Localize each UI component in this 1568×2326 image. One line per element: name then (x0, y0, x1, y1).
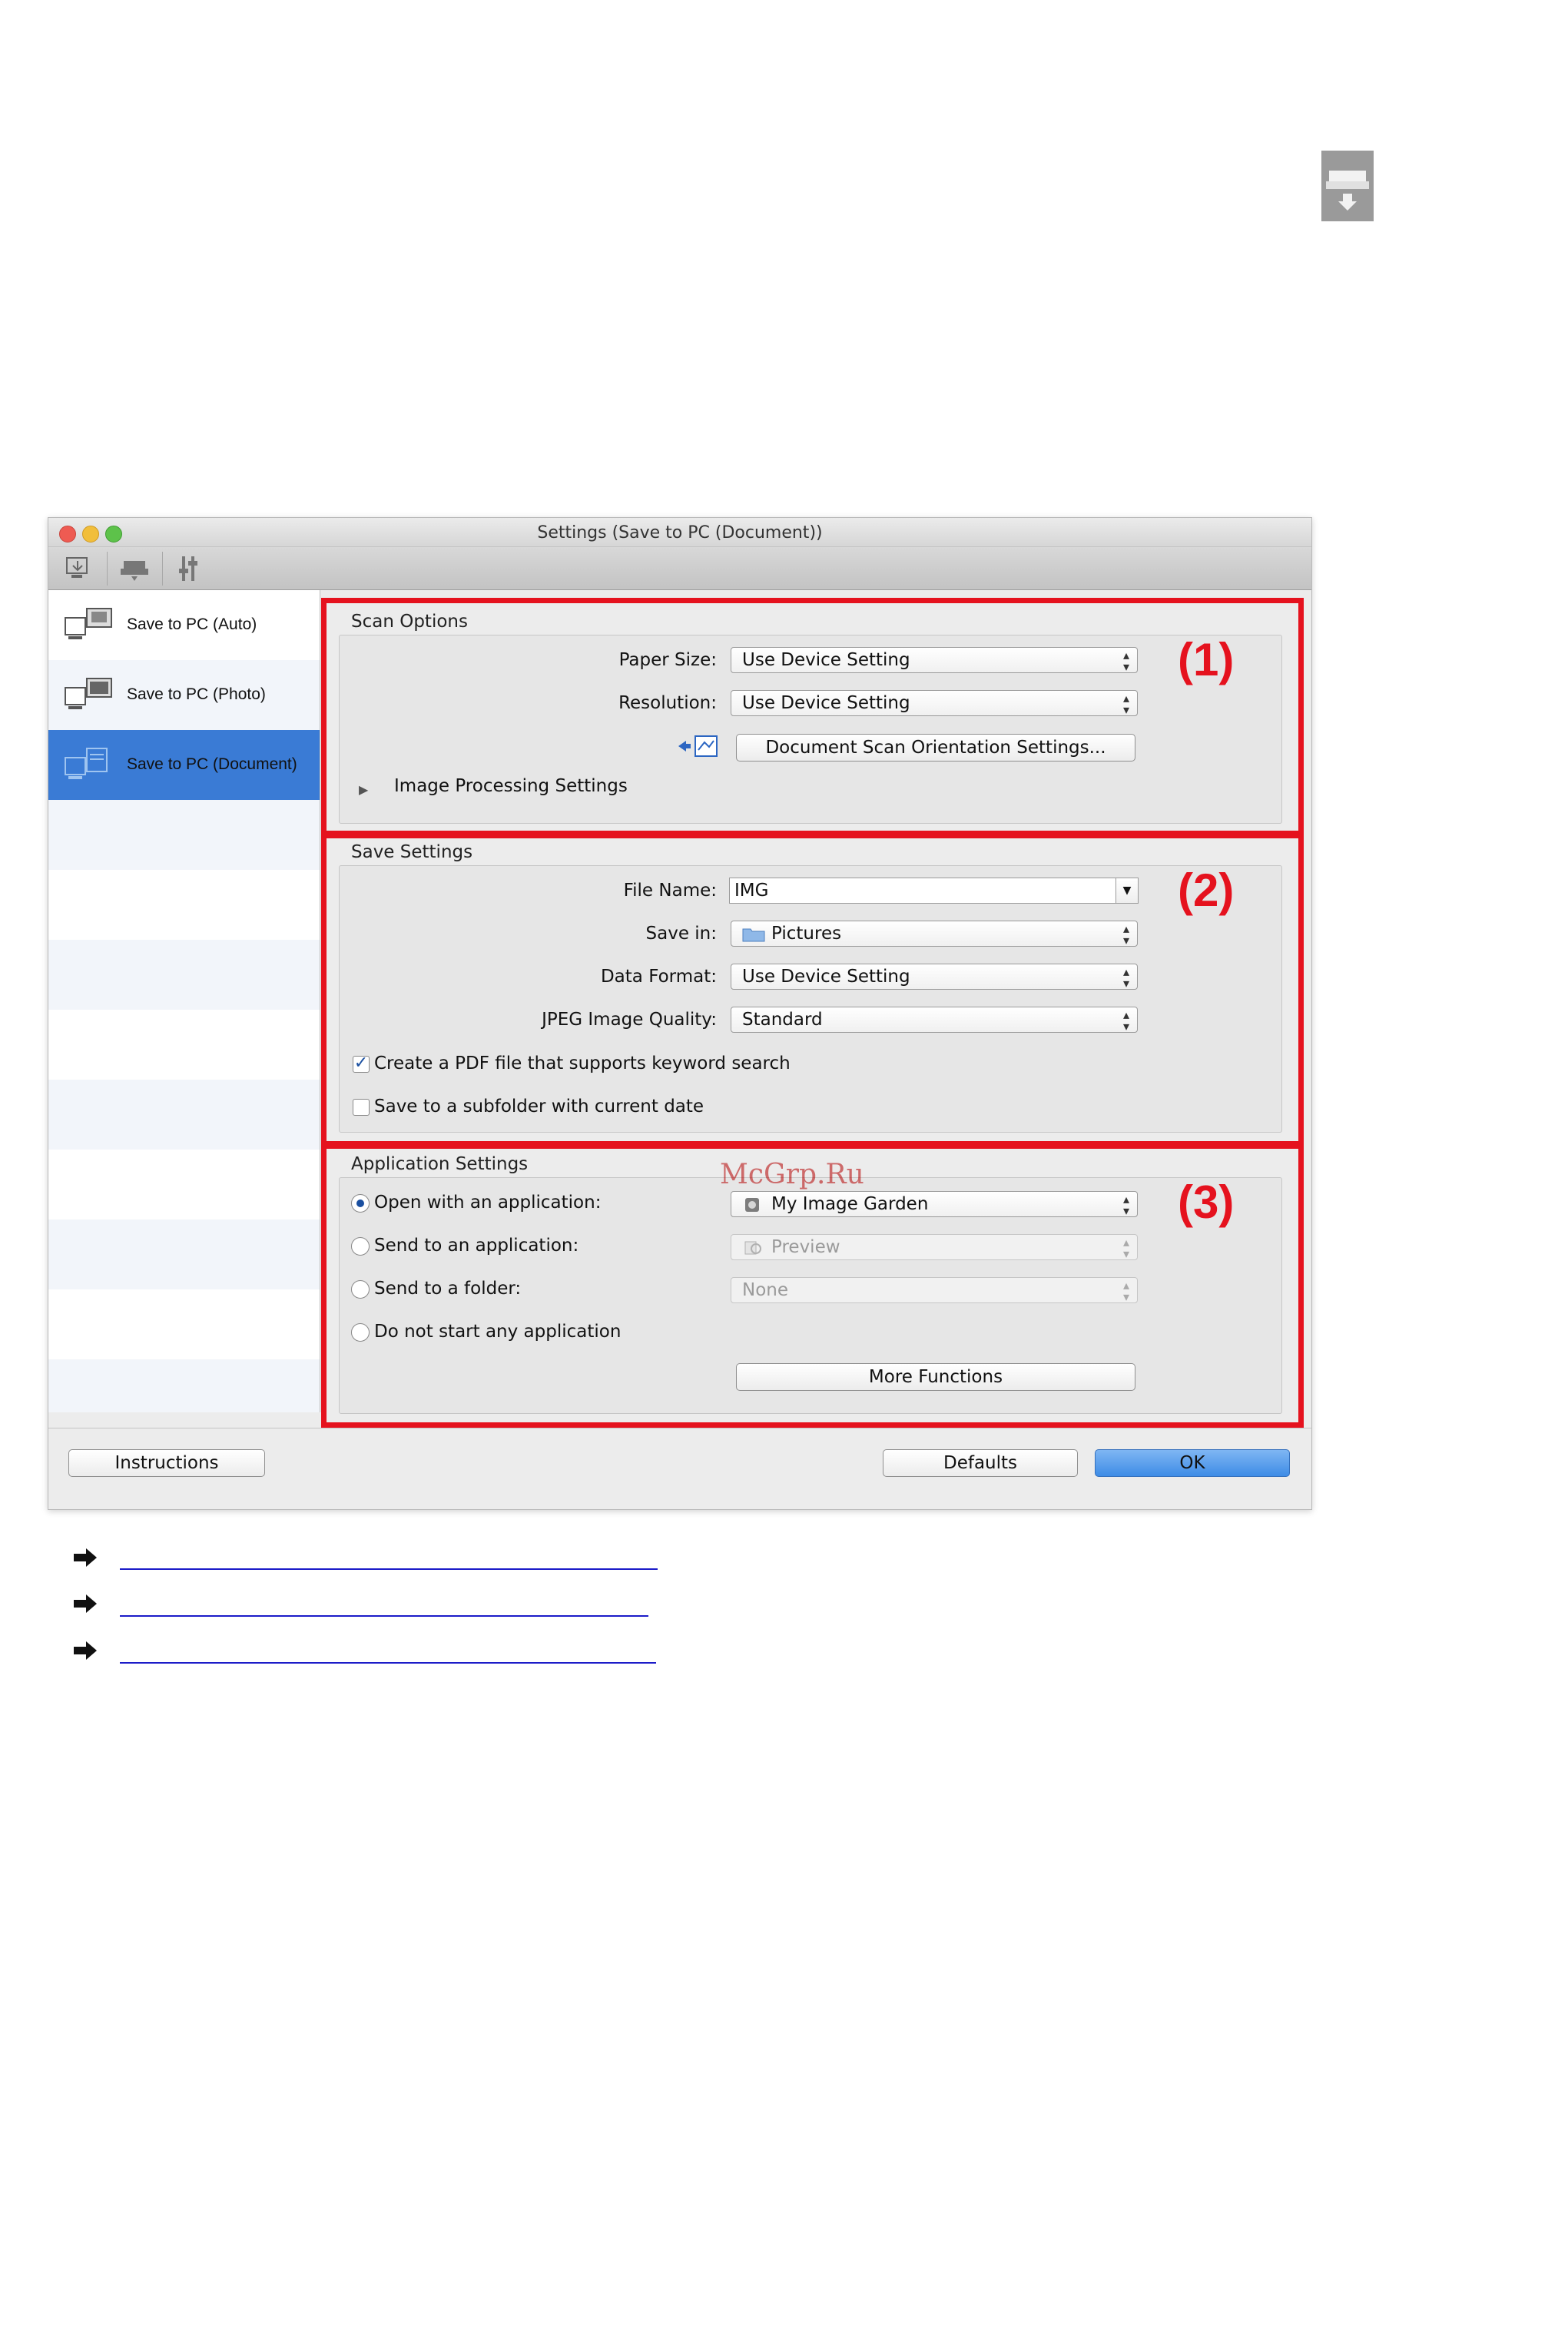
more-functions-button[interactable]: More Functions (736, 1363, 1135, 1391)
jpeg-image-quality-value: Standard (742, 1010, 823, 1030)
instructions-button[interactable]: Instructions (68, 1449, 265, 1477)
subfolder-date-label[interactable]: Save to a subfolder with current date (374, 1097, 704, 1117)
sidebar-empty-row (48, 1080, 320, 1150)
scan-from-operation-panel-tab-icon[interactable] (113, 553, 156, 584)
disclosure-triangle-icon[interactable]: ▶ (359, 782, 374, 798)
resolution-value: Use Device Setting (742, 693, 910, 713)
link-arrow-icon (74, 1548, 97, 1567)
send-to-application-label[interactable]: Send to an application: (374, 1236, 578, 1256)
sidebar-item-label: Save to PC (Document) (127, 755, 297, 773)
send-to-folder-label[interactable]: Send to a folder: (374, 1279, 521, 1299)
sidebar-item-label: Save to PC (Photo) (127, 685, 266, 703)
data-format-popup[interactable]: Use Device Setting ▴ ▾ (731, 964, 1138, 990)
send-to-application-radio[interactable] (351, 1237, 370, 1256)
settings-window: Settings (Save to PC (Document)) Save to… (48, 517, 1312, 1510)
resolution-label: Resolution: (618, 693, 717, 713)
sidebar: Save to PC (Auto) Save to PC (Photo) Sav… (48, 590, 320, 1412)
file-name-dropdown-button[interactable]: ▼ (1116, 878, 1139, 904)
link-2[interactable] (120, 1615, 648, 1617)
do-not-start-application-label[interactable]: Do not start any application (374, 1322, 621, 1342)
document-orientation-icon (674, 733, 721, 759)
paper-size-value: Use Device Setting (742, 650, 910, 670)
folder-icon (742, 928, 765, 942)
sidebar-empty-row (48, 1359, 320, 1412)
do-not-start-application-radio[interactable] (351, 1323, 370, 1342)
ok-button[interactable]: OK (1095, 1449, 1290, 1477)
file-name-label: File Name: (623, 881, 717, 901)
resolution-popup[interactable]: Use Device Setting ▴ ▾ (731, 690, 1138, 716)
defaults-button[interactable]: Defaults (883, 1449, 1078, 1477)
send-to-application-popup[interactable]: Preview ▴ ▾ (731, 1234, 1138, 1260)
toolbar-divider (162, 552, 163, 586)
jpeg-image-quality-popup[interactable]: Standard ▴ ▾ (731, 1007, 1138, 1033)
open-with-application-value: My Image Garden (771, 1194, 929, 1214)
sidebar-item-save-to-pc-auto[interactable]: Save to PC (Auto) (48, 590, 320, 660)
link-3[interactable] (120, 1662, 656, 1664)
link-arrow-icon (74, 1594, 97, 1613)
sidebar-empty-row (48, 800, 320, 870)
popup-arrows-icon: ▴ ▾ (1122, 964, 1129, 990)
save-to-pc-auto-icon (65, 608, 112, 639)
preview-app-icon (744, 1241, 761, 1255)
save-in-label: Save in: (645, 924, 717, 944)
sidebar-item-label: Save to PC (Auto) (127, 616, 257, 633)
popup-arrows-icon: ▴ ▾ (1122, 1278, 1129, 1304)
send-to-application-value: Preview (771, 1237, 840, 1257)
open-with-application-radio[interactable] (351, 1194, 370, 1213)
link-1[interactable] (120, 1568, 658, 1570)
data-format-label: Data Format: (600, 967, 717, 987)
title-bar: Settings (Save to PC (Document)) (48, 518, 1311, 547)
marker-2: (2) (1178, 864, 1235, 916)
open-with-application-label[interactable]: Open with an application: (374, 1193, 601, 1213)
subfolder-date-checkbox[interactable] (353, 1099, 370, 1116)
document-scan-orientation-settings-button[interactable]: Document Scan Orientation Settings... (736, 734, 1135, 762)
save-to-pc-photo-icon (65, 678, 112, 709)
window-title: Settings (Save to PC (Document)) (537, 523, 823, 543)
popup-arrows-icon: ▴ ▾ (1122, 1007, 1129, 1034)
image-processing-settings-label[interactable]: Image Processing Settings (394, 776, 628, 796)
marker-3: (3) (1178, 1176, 1235, 1228)
data-format-value: Use Device Setting (742, 967, 910, 987)
toolbar (48, 547, 1311, 590)
scanner-icon (1321, 151, 1374, 221)
toolbar-divider (107, 552, 108, 586)
send-to-folder-radio[interactable] (351, 1280, 370, 1299)
scan-options-title: Scan Options (351, 612, 468, 632)
save-in-popup[interactable]: Pictures ▴ ▾ (731, 921, 1138, 947)
popup-arrows-icon: ▴ ▾ (1122, 1192, 1129, 1218)
send-to-folder-value: None (742, 1280, 789, 1300)
application-settings-title: Application Settings (351, 1154, 529, 1174)
popup-arrows-icon: ▴ ▾ (1122, 691, 1129, 717)
marker-1: (1) (1178, 634, 1235, 685)
save-settings-title: Save Settings (351, 842, 473, 862)
open-with-application-popup[interactable]: My Image Garden ▴ ▾ (731, 1191, 1138, 1217)
popup-arrows-icon: ▴ ▾ (1122, 921, 1129, 947)
popup-arrows-icon: ▴ ▾ (1122, 1235, 1129, 1261)
save-to-pc-document-icon (65, 748, 108, 779)
sidebar-item-save-to-pc-photo[interactable]: Save to PC (Photo) (48, 660, 320, 730)
paper-size-label: Paper Size: (618, 650, 717, 670)
file-name-input[interactable]: IMG (729, 878, 1116, 904)
save-in-value: Pictures (771, 924, 842, 944)
paper-size-popup[interactable]: Use Device Setting ▴ ▾ (731, 647, 1138, 673)
jpeg-image-quality-label: JPEG Image Quality: (542, 1010, 717, 1030)
save-settings-group (339, 865, 1282, 1133)
pdf-keyword-search-label[interactable]: Create a PDF file that supports keyword … (374, 1054, 791, 1073)
watermark-text: McGrp.Ru (720, 1159, 864, 1190)
popup-arrows-icon: ▴ ▾ (1122, 648, 1129, 674)
general-settings-tab-icon[interactable] (168, 553, 211, 584)
sidebar-item-save-to-pc-document[interactable]: Save to PC (Document) (48, 730, 320, 800)
scan-from-computer-tab-icon[interactable] (58, 553, 101, 584)
link-arrow-icon (74, 1641, 97, 1660)
sidebar-empty-row (48, 1219, 320, 1289)
my-image-garden-icon (745, 1198, 759, 1212)
sidebar-empty-row (48, 940, 320, 1010)
pdf-keyword-search-checkbox[interactable]: ✓ (353, 1055, 370, 1073)
send-to-folder-popup[interactable]: None ▴ ▾ (731, 1277, 1138, 1303)
